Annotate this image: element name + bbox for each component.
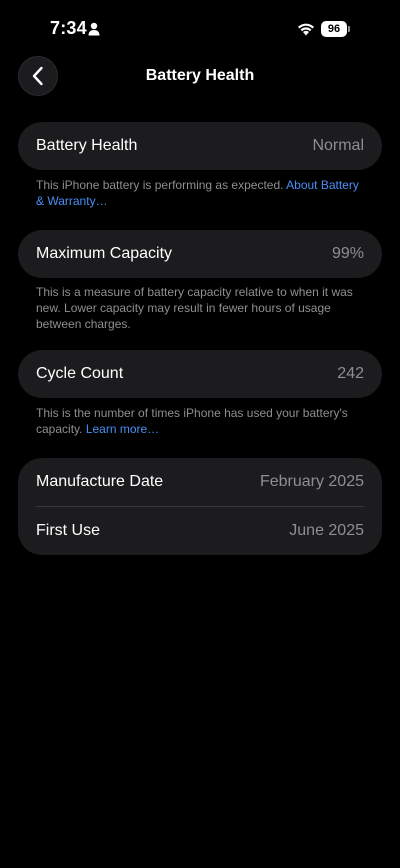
- first-use-row: First Use June 2025: [18, 507, 382, 555]
- status-bar: 7:34 96: [0, 0, 400, 56]
- cycle-count-value: 242: [337, 365, 364, 382]
- battery-level-indicator: 96: [321, 21, 347, 37]
- maximum-capacity-row: Maximum Capacity 99%: [18, 230, 382, 278]
- maximum-capacity-value: 99%: [331, 245, 364, 262]
- battery-cap: [348, 26, 350, 32]
- dates-card: Manufacture Date February 2025 First Use…: [18, 458, 382, 555]
- battery-health-row: Battery Health Normal: [18, 122, 382, 170]
- maximum-capacity-note: This is a measure of battery capacity re…: [36, 285, 353, 331]
- battery-health-note: This iPhone battery is performing as exp…: [36, 177, 366, 209]
- status-time: 7:34: [50, 18, 87, 38]
- cycle-count-label: Cycle Count: [36, 365, 124, 382]
- battery-health-card: Battery Health Normal: [18, 122, 382, 170]
- battery-health-note-text: This iPhone battery is performing as exp…: [36, 178, 284, 192]
- manufacture-date-row: Manufacture Date February 2025: [18, 458, 382, 506]
- first-use-value: June 2025: [289, 522, 364, 539]
- cycle-count-row: Cycle Count 242: [18, 350, 382, 398]
- maximum-capacity-label: Maximum Capacity: [36, 245, 173, 262]
- learn-more-link[interactable]: Learn more…: [86, 422, 159, 436]
- manufacture-date-label: Manufacture Date: [36, 473, 164, 490]
- battery-health-label: Battery Health: [36, 137, 138, 154]
- first-use-label: First Use: [36, 522, 100, 539]
- wifi-icon: [298, 23, 314, 36]
- cycle-count-note-text: This is the number of times iPhone has u…: [36, 406, 348, 436]
- person-icon: [88, 22, 100, 36]
- cycle-count-card: Cycle Count 242: [18, 350, 382, 398]
- maximum-capacity-card: Maximum Capacity 99%: [18, 230, 382, 278]
- page-title: Battery Health: [145, 67, 255, 84]
- cycle-count-note: This is the number of times iPhone has u…: [36, 405, 366, 437]
- manufacture-date-value: February 2025: [259, 473, 364, 490]
- battery-health-value: Normal: [312, 137, 364, 154]
